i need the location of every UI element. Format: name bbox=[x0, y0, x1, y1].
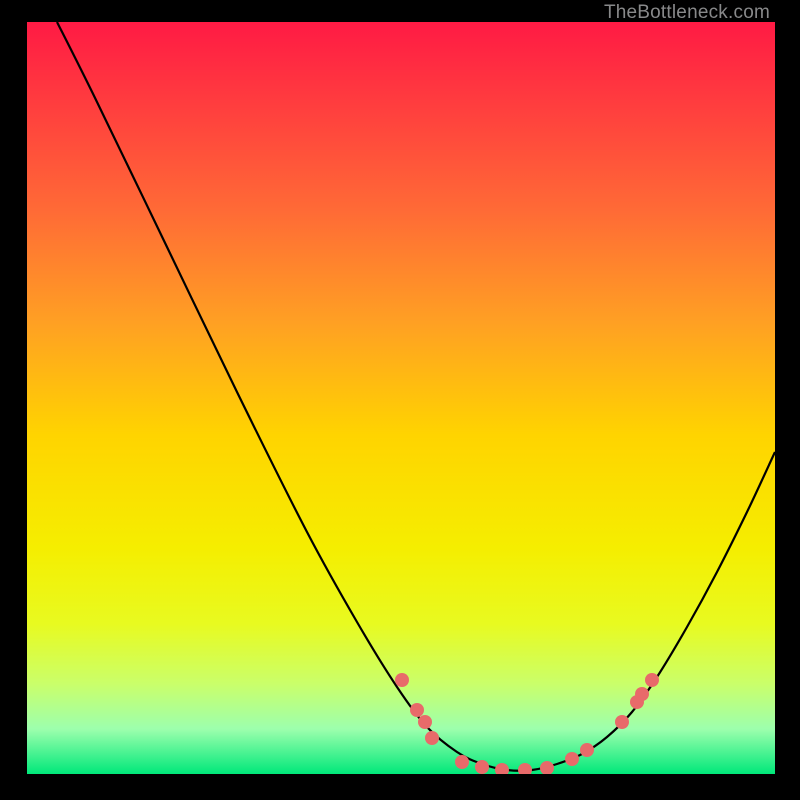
curve-dot bbox=[425, 731, 439, 745]
gradient-fill-rect bbox=[27, 22, 775, 774]
curve-dot bbox=[475, 760, 489, 774]
curve-dot bbox=[565, 752, 579, 766]
chart-frame bbox=[27, 22, 775, 774]
curve-dot bbox=[455, 755, 469, 769]
watermark-text: TheBottleneck.com bbox=[604, 2, 770, 24]
curve-dot bbox=[580, 743, 594, 757]
curve-dot bbox=[635, 687, 649, 701]
curve-dot bbox=[645, 673, 659, 687]
chart-svg bbox=[27, 22, 775, 774]
curve-dot bbox=[410, 703, 424, 717]
curve-dot bbox=[418, 715, 432, 729]
curve-dot bbox=[395, 673, 409, 687]
curve-dot bbox=[615, 715, 629, 729]
